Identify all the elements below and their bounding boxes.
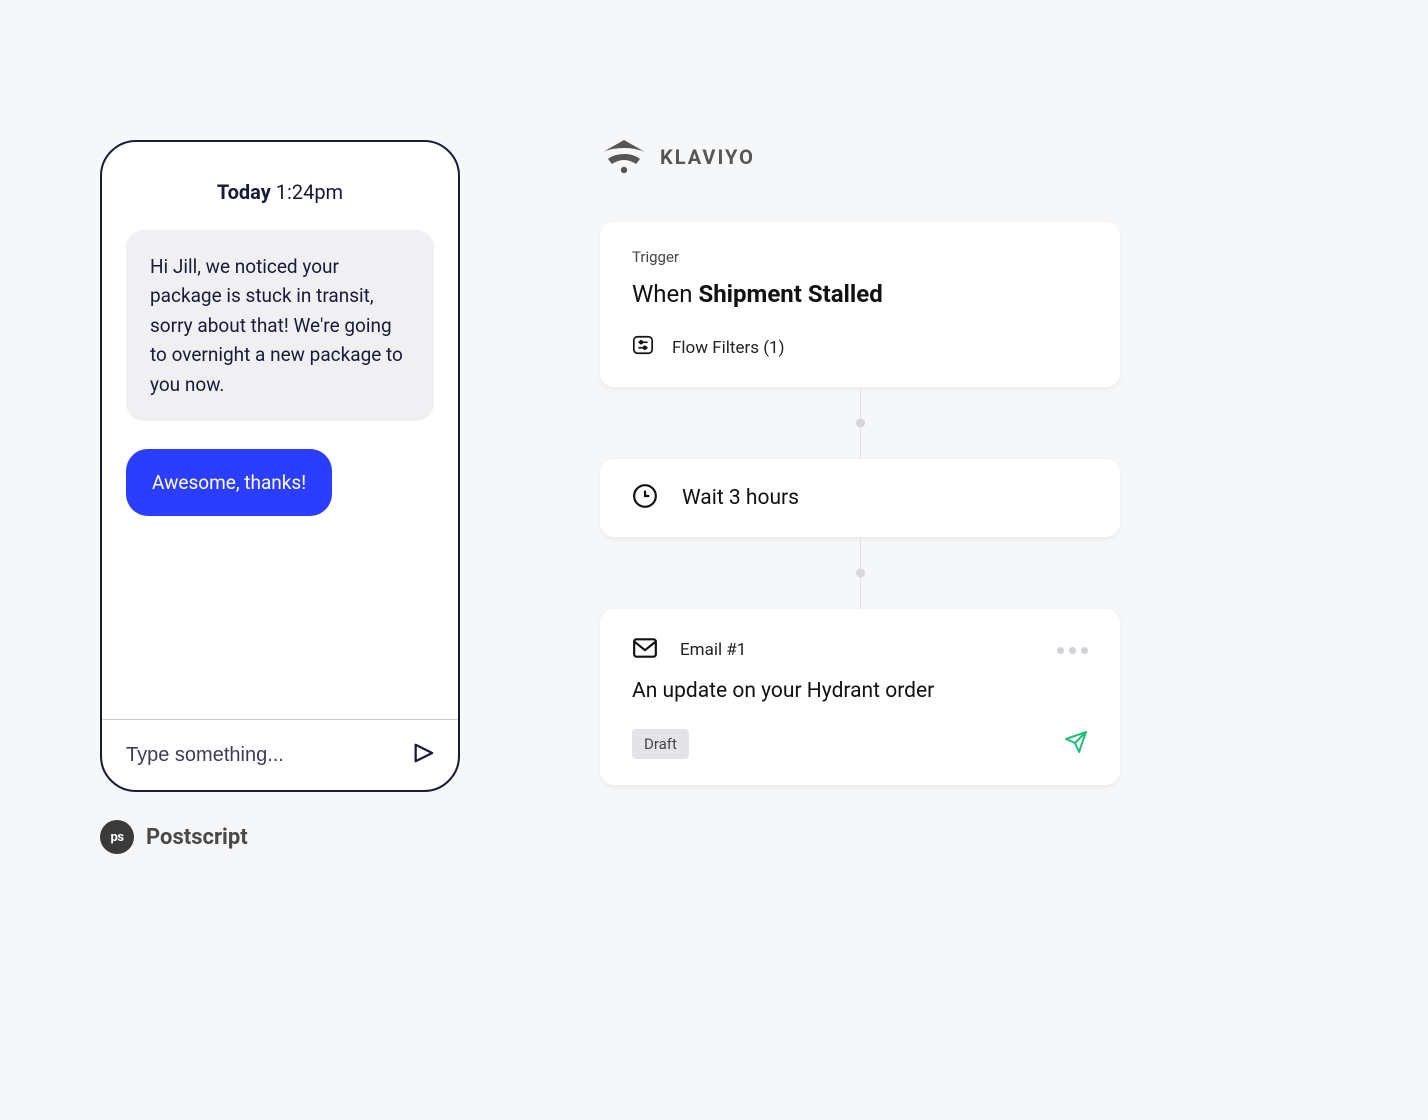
postscript-badge: ps bbox=[100, 820, 134, 854]
flow-connector bbox=[600, 537, 1120, 609]
send-icon[interactable] bbox=[412, 742, 434, 768]
email-label: Email #1 bbox=[680, 640, 746, 660]
mail-icon bbox=[632, 635, 658, 665]
chat-time: 1:24pm bbox=[276, 180, 343, 204]
message-input[interactable] bbox=[126, 744, 412, 767]
postscript-name: Postscript bbox=[146, 825, 248, 850]
klaviyo-mark-icon bbox=[600, 140, 648, 174]
phone-frame: Today 1:24pm Hi Jill, we noticed your pa… bbox=[100, 140, 460, 792]
flow-filters-row[interactable]: Flow Filters (1) bbox=[632, 334, 1088, 361]
klaviyo-logo: KLAVIYO bbox=[600, 140, 1120, 174]
trigger-event: Shipment Stalled bbox=[698, 280, 882, 308]
email-card[interactable]: Email #1 An update on your Hydrant order… bbox=[600, 609, 1120, 785]
trigger-label: Trigger bbox=[632, 248, 1088, 266]
trigger-title: When Shipment Stalled bbox=[632, 280, 1088, 308]
draft-badge: Draft bbox=[632, 729, 689, 759]
filters-icon bbox=[632, 334, 654, 361]
send-plane-icon[interactable] bbox=[1064, 730, 1088, 758]
wait-label: Wait 3 hours bbox=[682, 486, 799, 510]
trigger-prefix: When bbox=[632, 280, 698, 308]
filters-label: Flow Filters (1) bbox=[672, 338, 785, 358]
chat-day: Today bbox=[217, 180, 271, 204]
flow-connector bbox=[600, 387, 1120, 459]
klaviyo-name: KLAVIYO bbox=[660, 145, 755, 169]
outgoing-message: Awesome, thanks! bbox=[126, 449, 332, 516]
trigger-card[interactable]: Trigger When Shipment Stalled Flow Filte… bbox=[600, 222, 1120, 387]
wait-card[interactable]: Wait 3 hours bbox=[600, 459, 1120, 537]
more-icon[interactable] bbox=[1057, 647, 1088, 654]
incoming-message: Hi Jill, we noticed your package is stuc… bbox=[126, 230, 434, 421]
email-subject: An update on your Hydrant order bbox=[632, 679, 1088, 703]
chat-timestamp: Today 1:24pm bbox=[102, 142, 458, 224]
postscript-logo: ps Postscript bbox=[100, 820, 248, 854]
clock-icon bbox=[632, 483, 658, 513]
